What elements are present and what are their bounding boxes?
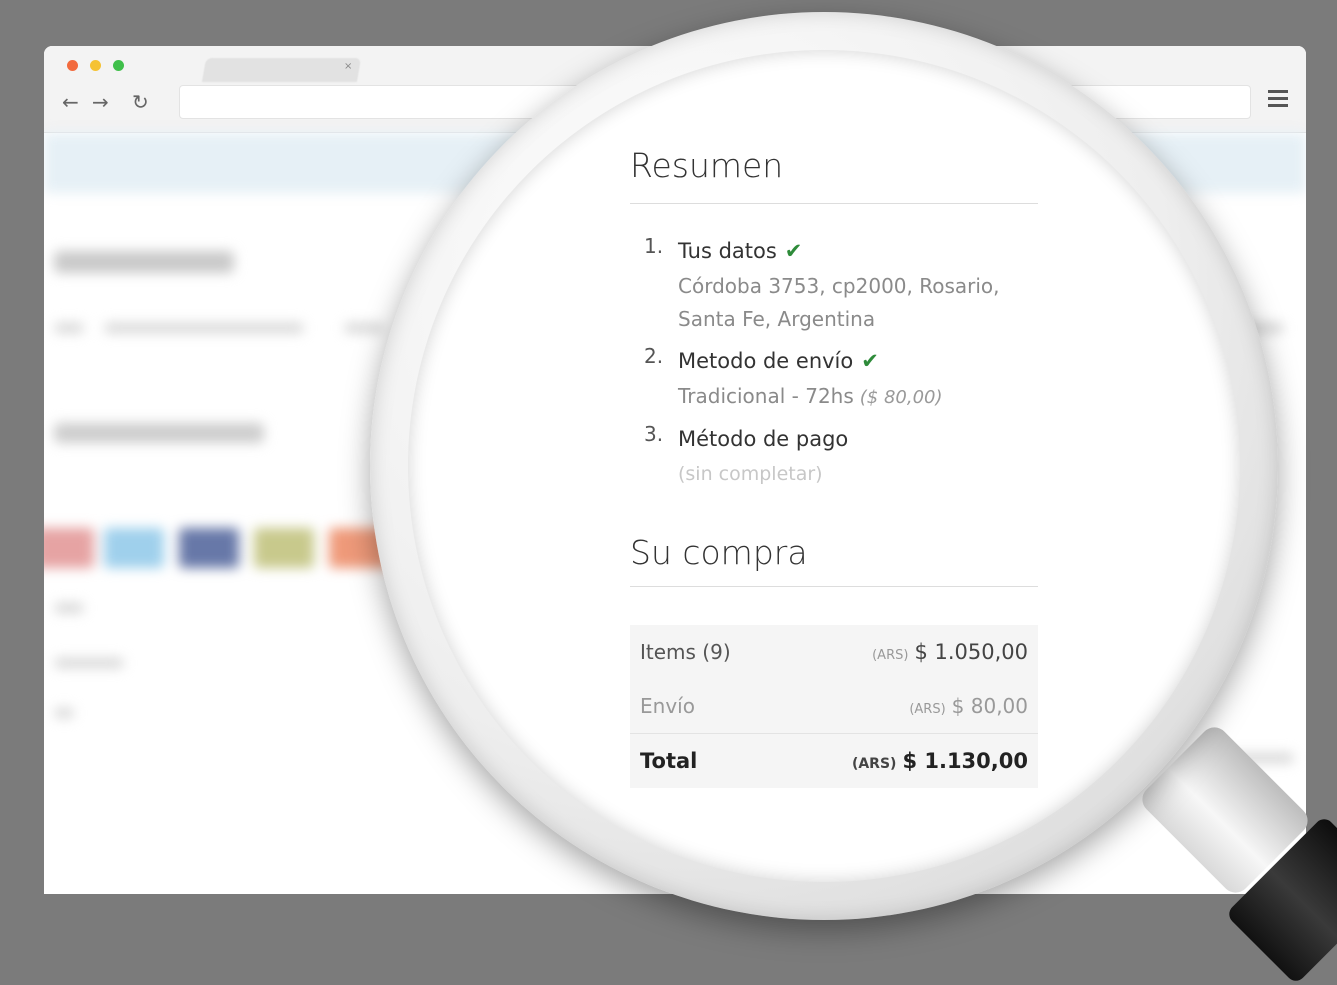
shipping-method-name: Tradicional - 72hs [678,384,854,408]
step-label: Tus datos [678,239,777,263]
checkout-steps: 1. Tus datos ✔ Córdoba 3753, cp2000, Rosa… [630,234,1038,493]
blurred-text [54,603,84,613]
blurred-text [54,658,124,668]
step-number: 1. [644,234,664,258]
step-number: 3. [644,422,664,446]
magnifying-glass: Resumen 1. Tus datos ✔ Córdoba 3753, cp20… [370,12,1278,920]
blurred-card-icon [104,528,164,568]
blurred-card-icon [44,528,94,568]
purchase-title: Su compra [630,533,1038,587]
step-payment-method[interactable]: 3. Método de pago (sin completar) [630,422,1038,493]
maximize-window-button[interactable] [113,60,124,71]
currency-label: (ARS) [872,648,909,663]
blurred-heading [54,251,234,273]
shipping-row: Envío (ARS) $ 80,00 [630,679,1038,733]
step-label: Método de pago [678,427,849,451]
close-window-button[interactable] [67,60,78,71]
step-shipping-method[interactable]: 2. Metodo de envío ✔ Tradicional - 72hs ($… [630,344,1038,416]
shipping-label: Envío [640,694,695,718]
check-icon: ✔ [861,349,879,373]
currency-label: (ARS) [851,756,897,772]
forward-arrow-icon[interactable]: → [92,90,109,114]
currency-label: (ARS) [909,702,946,717]
back-arrow-icon[interactable]: ← [62,90,79,114]
amount-value: $ 1.130,00 [902,749,1028,773]
blurred-text [54,323,84,333]
items-label: Items (9) [640,640,731,664]
total-row: Total (ARS) $ 1.130,00 [630,733,1038,788]
blurred-text [344,323,384,333]
step-pending-status: (sin completar) [678,463,823,485]
hamburger-menu-icon[interactable] [1268,90,1288,111]
blurred-card-icon [254,528,314,568]
items-row: Items (9) (ARS) $ 1.050,00 [630,625,1038,679]
step-detail: Santa Fe, Argentina [678,307,876,331]
magnifier-lens: Resumen 1. Tus datos ✔ Córdoba 3753, cp20… [408,50,1240,882]
amount-value: $ 1.050,00 [914,640,1028,664]
minimize-window-button[interactable] [90,60,101,71]
total-amount: (ARS) $ 1.130,00 [852,749,1028,773]
shipping-price: ($ 80,00) [859,387,943,408]
step-number: 2. [644,344,664,368]
blurred-text [54,708,74,718]
blurred-card-icon [179,528,239,568]
check-icon: ✔ [784,239,803,263]
browser-tab[interactable] [201,58,362,82]
purchase-totals-table: Items (9) (ARS) $ 1.050,00 Envío (ARS) $ 8… [630,625,1038,788]
step-detail: Córdoba 3753, cp2000, Rosario, [678,274,1000,298]
amount-value: $ 80,00 [951,694,1028,718]
items-amount: (ARS) $ 1.050,00 [872,640,1028,664]
step-label: Metodo de envío [678,349,854,373]
step-detail: Tradicional - 72hs ($ 80,00) [678,378,1038,416]
order-summary: Resumen 1. Tus datos ✔ Córdoba 3753, cp20… [630,146,1038,788]
reload-icon[interactable]: ↻ [132,90,149,114]
summary-title: Resumen [630,146,1038,204]
total-label: Total [640,749,698,773]
tab-close-icon[interactable]: × [344,61,352,72]
shipping-amount: (ARS) $ 80,00 [909,694,1028,718]
blurred-heading [54,423,264,443]
step-personal-data[interactable]: 1. Tus datos ✔ Córdoba 3753, cp2000, Rosa… [630,234,1038,338]
blurred-text [104,323,304,333]
